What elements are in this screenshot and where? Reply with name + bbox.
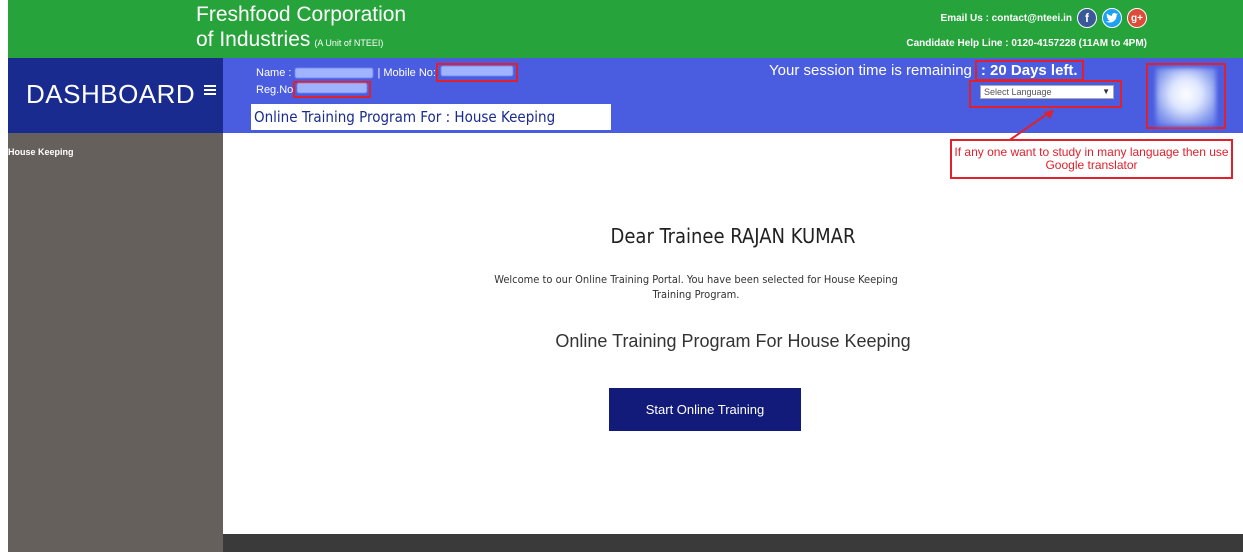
brand-line-2: of Industries (A Unit of NTEEI) [196,27,406,56]
footer-bar [223,534,1243,552]
brand-line-1: Freshfood Corporation [196,3,407,26]
reg-label: Reg.No [256,83,294,96]
google-plus-icon[interactable]: g+ [1127,8,1147,28]
dashboard-title[interactable]: DASHBOARD [26,79,195,110]
avatar[interactable] [1156,68,1216,126]
brand-line-2-text: of Industries [196,28,311,51]
reg-value-redacted [297,83,368,93]
brand[interactable]: Freshfood Corporation of Industries (A Un… [196,3,406,56]
welcome-message: Welcome to our Online Training Portal. Y… [494,273,898,301]
program-title: Online Training Program For : House Keep… [251,104,611,130]
contact-row: Email Us : contact@nteei.in f g+ [906,8,1147,28]
session-days: : 20 Days left. [974,59,1084,81]
reg-line: Reg.No [256,81,518,98]
mobile-value-redacted [440,66,513,76]
session-timer: Your session time is remaining : 20 Days… [769,59,1084,81]
mobile-label: | Mobile No: [377,66,436,79]
sidebar [8,133,223,552]
menu-toggle-icon[interactable] [204,85,216,97]
greeting-heading: Dear Trainee RAJAN KUMAR [610,224,856,248]
name-mobile-line: Name : | Mobile No: [256,63,518,82]
mobile-value-box [435,63,518,82]
user-info: Name : | Mobile No: Reg.No [256,63,518,98]
chevron-down-icon: ▼ [1102,87,1110,96]
program-heading: Online Training Program For House Keepin… [555,331,911,351]
session-text: Your session time is remaining [769,61,972,79]
language-select[interactable]: Select Language ▼ [980,85,1114,99]
start-training-button[interactable]: Start Online Training [609,388,801,431]
language-select-value: Select Language [984,87,1052,97]
contact-info: Email Us : contact@nteei.in f g+ Candida… [906,8,1147,49]
facebook-icon[interactable]: f [1077,8,1097,28]
left-margin [0,0,8,552]
helpline: Candidate Help Line : 0120-4157228 (11AM… [906,38,1147,49]
name-label: Name : [256,66,292,79]
annotation-note: If any one want to study in many languag… [950,139,1233,179]
name-value-redacted [295,67,374,78]
twitter-icon[interactable] [1102,8,1122,28]
reg-value-box [293,81,372,98]
page: Freshfood Corporation of Industries (A Un… [0,0,1243,552]
sidebar-item-house-keeping[interactable]: House Keeping [8,147,74,157]
contact-email[interactable]: Email Us : contact@nteei.in [941,13,1072,24]
brand-unit: (A Unit of NTEEI) [314,38,384,48]
